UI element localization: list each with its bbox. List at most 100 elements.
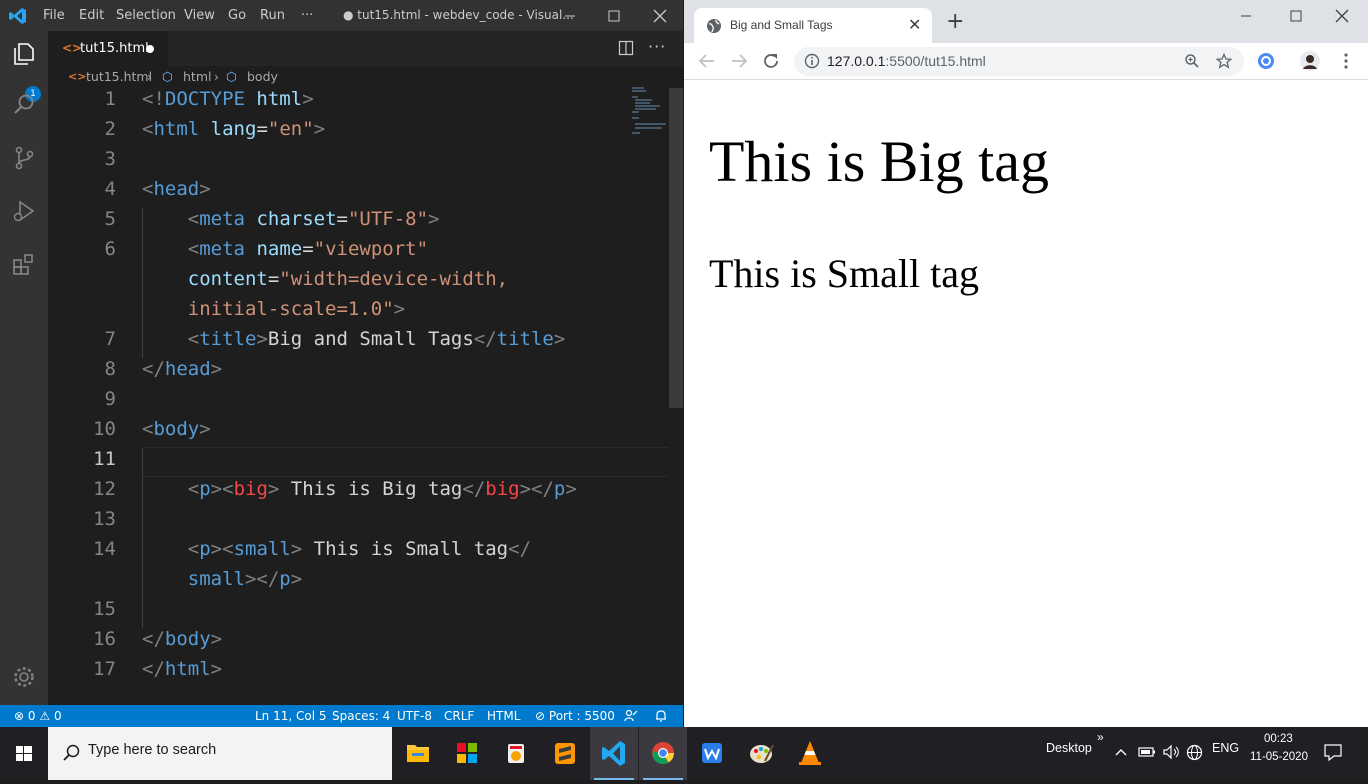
code-token: = — [256, 118, 268, 140]
live-server-port[interactable]: ⊘ Port : 5500 — [535, 709, 615, 723]
breadcrumb-body[interactable]: body — [247, 69, 278, 84]
run-debug-icon[interactable] — [10, 197, 38, 225]
split-editor-icon[interactable] — [618, 40, 634, 56]
indentation-setting[interactable]: Spaces: 4 — [332, 709, 390, 723]
encoding-setting[interactable]: UTF-8 — [397, 709, 432, 723]
more-actions-icon[interactable]: ··· — [648, 37, 666, 56]
taskbar-app-media[interactable] — [492, 727, 540, 780]
address-bar[interactable]: 127.0.0.1:5500/tut15.html — [794, 47, 1244, 76]
breadcrumb-html[interactable]: html — [183, 69, 211, 84]
notifications-bell-icon[interactable] — [654, 709, 668, 723]
taskbar-chrome[interactable] — [639, 727, 687, 780]
window-title: ● tut15.html - webdev_code - Visual... — [343, 8, 574, 22]
code-token: Big and Small Tags — [267, 328, 474, 350]
taskbar-vscode[interactable] — [590, 727, 638, 780]
code-token: "en" — [267, 118, 314, 140]
code-token: content — [187, 268, 268, 290]
warning-icon: ⚠ — [39, 709, 51, 723]
scrollbar-thumb[interactable] — [669, 88, 683, 408]
taskbar-vlc[interactable] — [786, 727, 834, 780]
code-token: < — [142, 178, 154, 200]
code-editor[interactable]: 1 2 3 4 5 6 7 8 9 10 11 12 13 14 15 16 17 <!DOCTYPE html… — [48, 88, 669, 705]
url-path: :5500/tut15.html — [885, 53, 986, 69]
feedback-icon[interactable] — [624, 709, 638, 723]
code-token: title — [496, 328, 554, 350]
code-line: initial-scale=1.0"> — [142, 298, 405, 320]
taskbar-sublime-text[interactable] — [541, 727, 589, 780]
reload-icon[interactable] — [760, 50, 782, 72]
chrome-window: Big and Small Tags ✕ + 127.0.0.1:5500/tu… — [683, 0, 1368, 727]
tab-close-icon[interactable]: ✕ — [908, 15, 921, 34]
bookmark-star-icon[interactable] — [1216, 53, 1232, 69]
info-icon[interactable] — [804, 53, 820, 69]
source-control-icon[interactable] — [10, 144, 38, 172]
toolbar-expand-chevron[interactable]: » — [1097, 730, 1104, 744]
code-token: "UTF-8" — [347, 208, 429, 230]
editor-scrollbar[interactable] — [669, 88, 683, 705]
taskbar-paint[interactable] — [737, 727, 785, 780]
line-number: 2 — [104, 118, 116, 140]
profile-avatar-icon[interactable] — [1300, 51, 1320, 71]
language-mode[interactable]: HTML — [487, 709, 520, 723]
network-globe-icon[interactable] — [1186, 744, 1203, 761]
menu-file[interactable]: File — [43, 8, 65, 23]
taskbar-wps-writer[interactable] — [688, 727, 736, 780]
breadcrumb-file[interactable]: tut15.html — [86, 69, 152, 84]
code-line: <body> — [142, 418, 211, 440]
battery-icon[interactable] — [1138, 745, 1156, 759]
search-icon[interactable] — [10, 91, 38, 119]
settings-gear-icon[interactable] — [10, 663, 38, 691]
minimap[interactable] — [630, 86, 670, 136]
menu-more[interactable]: ··· — [301, 8, 313, 23]
clock-date[interactable]: 11-05-2020 — [1250, 751, 1308, 763]
windows-start-icon[interactable] — [0, 727, 48, 780]
code-token: This is Small tag — [302, 538, 509, 560]
menu-selection[interactable]: Selection — [116, 8, 176, 23]
menu-view[interactable]: View — [184, 8, 215, 23]
browser-close-button[interactable] — [1330, 6, 1354, 26]
cursor-position[interactable]: Ln 11, Col 5 — [255, 709, 327, 723]
taskbar-search-box[interactable]: Type here to search — [48, 727, 392, 780]
code-line: </html> — [142, 658, 222, 680]
clock-time[interactable]: 00:23 — [1264, 733, 1293, 745]
taskbar-app-tiles[interactable] — [443, 727, 491, 780]
volume-icon[interactable] — [1162, 744, 1180, 760]
browser-maximize-button[interactable] — [1284, 6, 1308, 26]
taskbar-file-explorer[interactable] — [394, 727, 442, 780]
menu-dots-icon[interactable] — [1336, 51, 1356, 71]
code-token: = — [302, 238, 314, 260]
extension-globe-icon[interactable] — [1257, 52, 1275, 70]
code-token: > — [313, 118, 326, 140]
live-server-icon: ⊘ — [535, 709, 546, 723]
close-button[interactable] — [650, 6, 670, 26]
maximize-icon — [1290, 10, 1302, 22]
menu-go[interactable]: Go — [228, 8, 246, 23]
unsaved-dot-icon[interactable] — [146, 45, 154, 53]
status-bar: ⊗ 0 ⚠ 0 Ln 11, Col 5 Spaces: 4 UTF-8 CRL… — [0, 705, 683, 727]
line-number: 17 — [93, 658, 116, 680]
line-number: 5 — [104, 208, 116, 230]
maximize-button[interactable] — [604, 6, 624, 26]
tab-tut15-html[interactable]: <> tut15.html — [48, 31, 168, 66]
activity-bar: 1 — [0, 31, 48, 705]
browser-tab[interactable]: Big and Small Tags ✕ — [694, 8, 932, 43]
new-tab-icon[interactable]: + — [946, 11, 964, 33]
code-line: content="width=device-width, — [142, 268, 508, 290]
show-hidden-icons-icon[interactable] — [1114, 745, 1128, 759]
problems-indicator[interactable]: ⊗ 0 ⚠ 0 — [14, 709, 62, 723]
code-token: big — [485, 478, 520, 500]
extensions-icon[interactable] — [10, 250, 38, 278]
explorer-icon[interactable] — [10, 40, 38, 68]
menu-run[interactable]: Run — [260, 8, 285, 23]
menu-edit[interactable]: Edit — [79, 8, 104, 23]
input-language[interactable]: ENG — [1212, 741, 1239, 755]
zoom-icon[interactable] — [1184, 53, 1200, 69]
forward-arrow-icon[interactable] — [728, 50, 750, 72]
notification-center-icon[interactable] — [1323, 742, 1343, 762]
browser-minimize-button[interactable] — [1234, 6, 1258, 26]
vscode-titlebar: File Edit Selection View Go Run ··· ● tu… — [0, 0, 683, 31]
eol-setting[interactable]: CRLF — [444, 709, 474, 723]
minimize-button[interactable] — [560, 6, 580, 26]
back-arrow-icon[interactable] — [696, 50, 718, 72]
desktop-toolbar-label[interactable]: Desktop — [1046, 741, 1092, 755]
